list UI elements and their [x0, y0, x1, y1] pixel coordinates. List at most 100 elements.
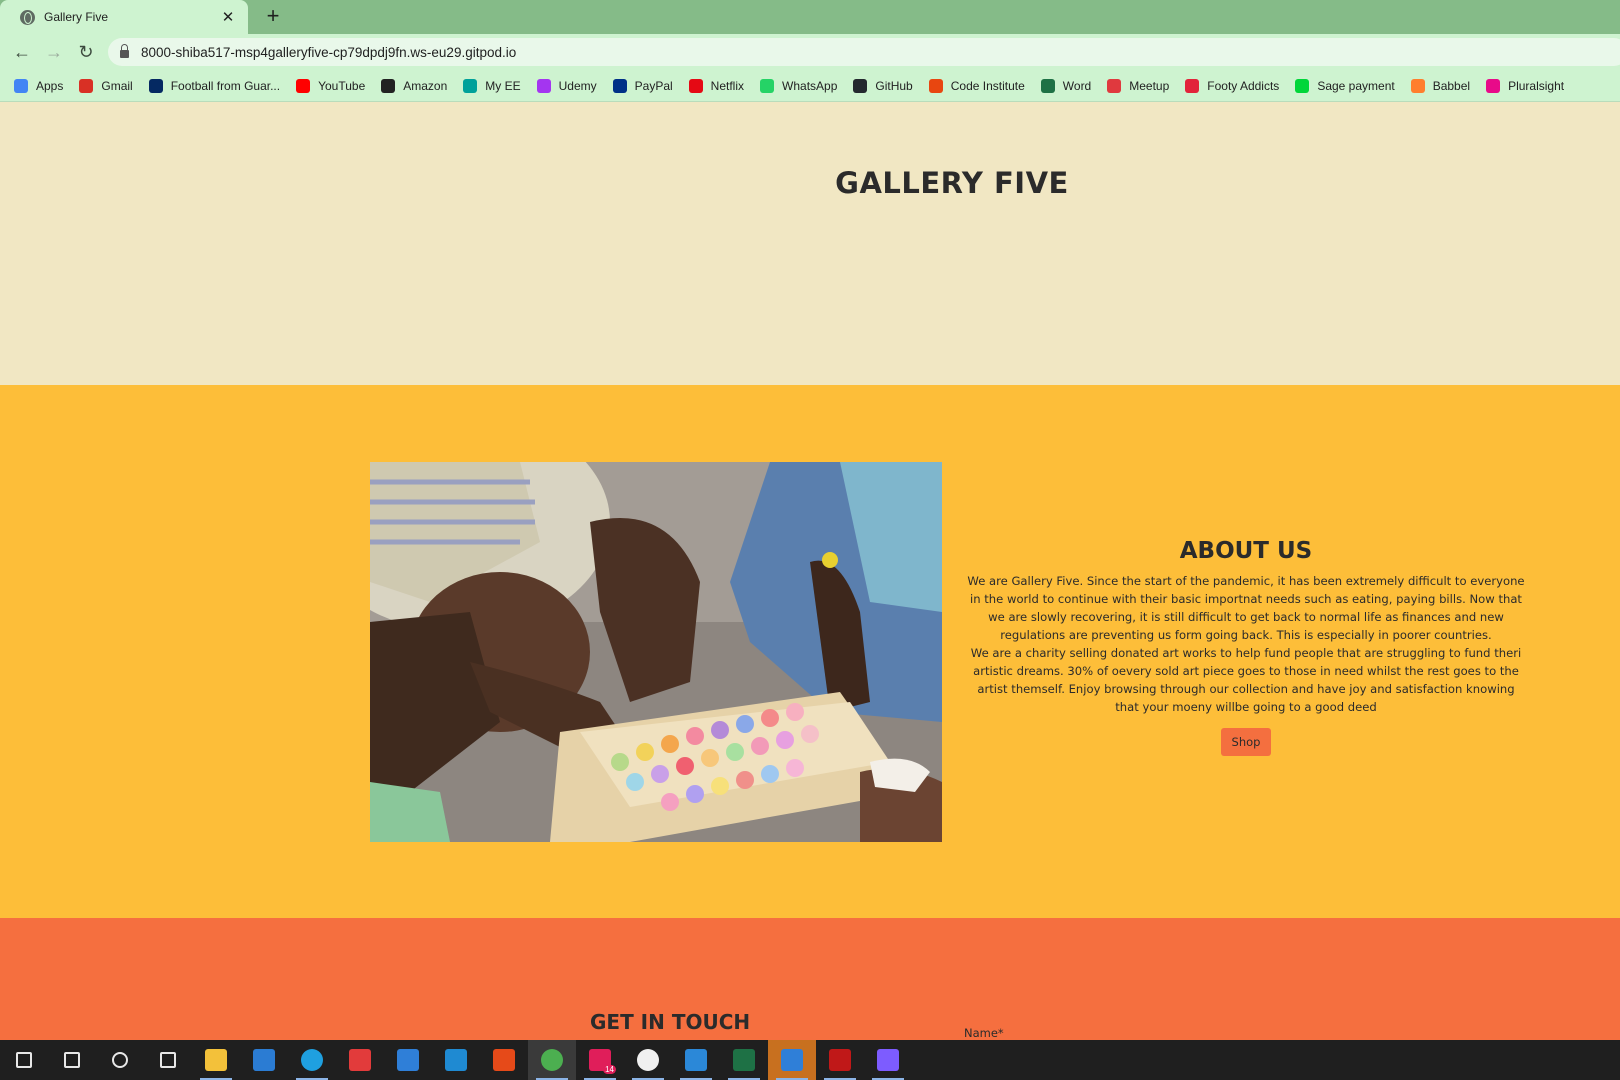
close-tab-icon[interactable]: ✕: [218, 8, 238, 26]
bookmark-label: Babbel: [1432, 78, 1471, 93]
bookmark-pluralsight[interactable]: Pluralsight: [1486, 78, 1565, 93]
bookmark-sage-payment[interactable]: Sage payment: [1295, 78, 1395, 93]
github-icon: [853, 78, 868, 93]
amazon-icon: [381, 78, 396, 93]
about-paragraph-1: We are Gallery Five. Since the start of …: [967, 574, 1525, 642]
taskbar-security-shield-button[interactable]: [768, 1040, 816, 1080]
windows-start-icon: [16, 1052, 32, 1068]
taskbar-smiley-app-button[interactable]: [624, 1040, 672, 1080]
taskbar-vscode-button[interactable]: [432, 1040, 480, 1080]
bookmark-label: GitHub: [875, 78, 913, 93]
bookmark-football-from-guar[interactable]: Football from Guar...: [148, 78, 280, 93]
contact-section: GET IN TOUCH Name*: [0, 918, 1620, 1040]
bookmarks-bar: Apps Gmail Football from Guar... YouTube Ama…: [0, 70, 1620, 102]
notification-badge: 14: [603, 1065, 616, 1074]
gift-icon: [349, 1049, 371, 1071]
bookmark-label: Code Institute: [950, 78, 1025, 93]
reload-button[interactable]: ↻: [74, 40, 98, 64]
bookmark-babbel[interactable]: Babbel: [1410, 78, 1471, 93]
about-photo: [370, 462, 942, 842]
browser-toolbar: ← → ↻ 8000-shiba517-msp4galleryfive-cp79…: [0, 34, 1620, 70]
taskbar-slack-button[interactable]: 14: [576, 1040, 624, 1080]
photos-icon: [685, 1049, 707, 1071]
tab-title: Gallery Five: [44, 10, 109, 24]
bookmark-gmail[interactable]: Gmail: [79, 78, 133, 93]
microsoft-store-icon: [253, 1049, 275, 1071]
taskbar-file-explorer-button[interactable]: [192, 1040, 240, 1080]
bookmark-github[interactable]: GitHub: [853, 78, 913, 93]
bookmark-word[interactable]: Word: [1040, 78, 1092, 93]
taskbar-windows-start-button[interactable]: [0, 1040, 48, 1080]
about-text-block: ABOUT US We are Gallery Five. Since the …: [966, 538, 1526, 756]
mail-icon: [397, 1049, 419, 1071]
youtube-icon: [296, 78, 311, 93]
paypal-icon: [612, 78, 627, 93]
bookmark-youtube[interactable]: YouTube: [296, 78, 366, 93]
meetup-icon: [1107, 78, 1122, 93]
pluralsight-icon: [1486, 78, 1501, 93]
taskbar-gift-button[interactable]: [336, 1040, 384, 1080]
bookmark-label: YouTube: [318, 78, 366, 93]
netflix-icon: [688, 78, 703, 93]
hero-section: GALLERY FIVE: [0, 102, 1620, 385]
footy-addicts-icon: [1185, 78, 1200, 93]
bookmark-apps[interactable]: Apps: [14, 78, 63, 93]
edge-icon: [301, 1049, 323, 1071]
back-button[interactable]: ←: [10, 40, 34, 64]
taskbar-mcafee-button[interactable]: [816, 1040, 864, 1080]
forward-button[interactable]: →: [42, 40, 66, 64]
udemy-icon: [536, 78, 551, 93]
office-icon: [493, 1049, 515, 1071]
bookmark-label: Amazon: [403, 78, 448, 93]
guardian-icon: [148, 78, 163, 93]
bookmark-label: WhatsApp: [782, 78, 838, 93]
sage-icon: [1295, 78, 1310, 93]
address-bar[interactable]: 8000-shiba517-msp4galleryfive-cp79dpdj9f…: [108, 38, 1620, 66]
taskbar-office-button[interactable]: [480, 1040, 528, 1080]
bookmark-footy-addicts[interactable]: Footy Addicts: [1185, 78, 1279, 93]
bookmark-whatsapp[interactable]: WhatsApp: [760, 78, 838, 93]
about-heading: ABOUT US: [1179, 538, 1313, 564]
bookmark-meetup[interactable]: Meetup: [1107, 78, 1170, 93]
babbel-icon: [1410, 78, 1425, 93]
bookmark-my-ee[interactable]: My EE: [463, 78, 521, 93]
code-institute-icon: [928, 78, 943, 93]
bookmark-label: Meetup: [1129, 78, 1170, 93]
taskbar-search-button[interactable]: [48, 1040, 96, 1080]
bookmark-label: Word: [1062, 78, 1092, 93]
site-title: GALLERY FIVE: [835, 166, 1069, 200]
windows-taskbar: 14: [0, 1040, 1620, 1080]
bookmark-paypal[interactable]: PayPal: [612, 78, 673, 93]
taskbar-excel-button[interactable]: [720, 1040, 768, 1080]
bookmark-label: Pluralsight: [1508, 78, 1565, 93]
bookmark-label: My EE: [485, 78, 521, 93]
shop-button[interactable]: Shop: [1220, 728, 1272, 756]
about-paragraph-2: We are a charity selling donated art wor…: [970, 646, 1522, 714]
search-icon: [64, 1052, 80, 1068]
taskbar-mail-button[interactable]: [384, 1040, 432, 1080]
bookmark-amazon[interactable]: Amazon: [381, 78, 448, 93]
taskbar-paint-drop-button[interactable]: [864, 1040, 912, 1080]
file-explorer-icon: [205, 1049, 227, 1071]
bookmark-netflix[interactable]: Netflix: [688, 78, 744, 93]
whatsapp-icon: [760, 78, 775, 93]
name-field-label: Name*: [964, 1026, 1004, 1040]
taskbar-chrome-button[interactable]: [528, 1040, 576, 1080]
taskbar-edge-button[interactable]: [288, 1040, 336, 1080]
bookmark-code-institute[interactable]: Code Institute: [928, 78, 1025, 93]
bookmark-label: PayPal: [634, 78, 673, 93]
lock-icon: [120, 44, 129, 58]
taskbar-cortana-button[interactable]: [96, 1040, 144, 1080]
taskbar-photos-button[interactable]: [672, 1040, 720, 1080]
taskbar-task-view-button[interactable]: [144, 1040, 192, 1080]
new-tab-button[interactable]: +: [260, 4, 286, 30]
url-text: 8000-shiba517-msp4galleryfive-cp79dpdj9f…: [141, 44, 517, 60]
taskbar-microsoft-store-button[interactable]: [240, 1040, 288, 1080]
bookmark-udemy[interactable]: Udemy: [536, 78, 597, 93]
cortana-icon: [112, 1052, 128, 1068]
task-view-icon: [160, 1052, 176, 1068]
contact-heading: GET IN TOUCH: [590, 1010, 751, 1034]
mcafee-icon: [829, 1049, 851, 1071]
paint-drop-icon: [877, 1049, 899, 1071]
browser-tab-active[interactable]: Gallery Five ✕: [0, 0, 248, 34]
